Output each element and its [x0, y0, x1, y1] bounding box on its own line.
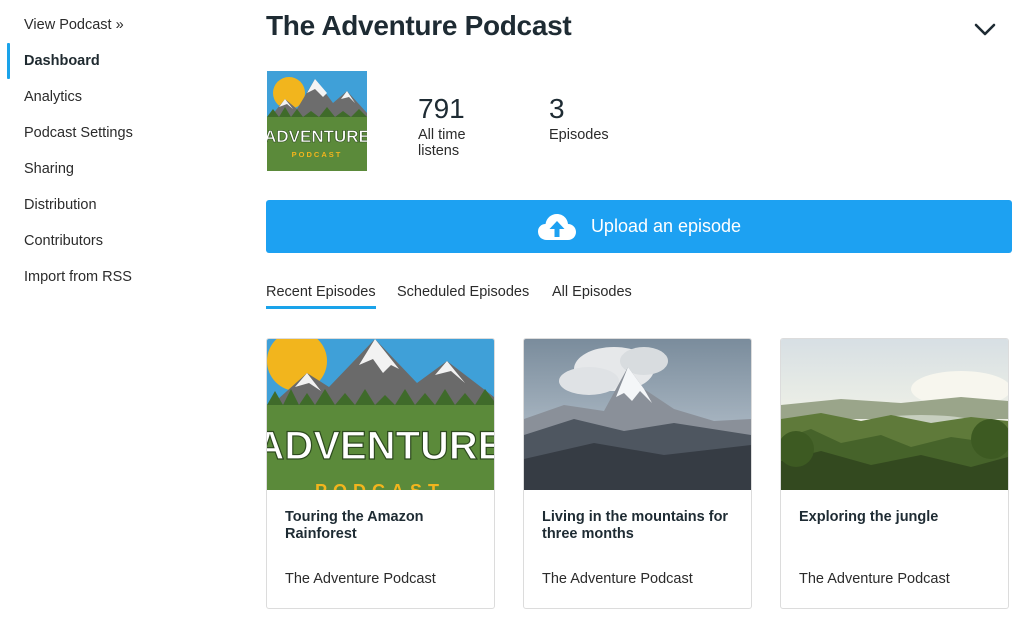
art-word: ADVENTURE [267, 127, 367, 146]
art-sub: PODCAST [292, 150, 343, 159]
sidebar-item-dashboard[interactable]: Dashboard [24, 53, 100, 69]
episode-title: Living in the mountains for three months [542, 509, 729, 542]
episode-image-jungle [781, 339, 1008, 490]
sidebar-item-podcast-settings[interactable]: Podcast Settings [24, 125, 133, 141]
tab-scheduled-episodes[interactable]: Scheduled Episodes [397, 284, 529, 300]
chevron-down-icon[interactable] [972, 18, 998, 40]
episode-card[interactable]: Living in the mountains for three months… [523, 338, 752, 609]
episode-podcast-name: The Adventure Podcast [799, 571, 950, 587]
episode-image-mountain [524, 339, 751, 490]
listens-label-line2: listens [418, 143, 460, 159]
stat-episodes: 3 Episodes [549, 93, 609, 143]
sidebar-item-sharing[interactable]: Sharing [24, 161, 74, 177]
episode-podcast-name: The Adventure Podcast [285, 571, 436, 587]
page-title: The Adventure Podcast [266, 10, 572, 41]
tab-recent-episodes[interactable]: Recent Episodes [266, 284, 376, 300]
listens-count: 791 [418, 93, 465, 124]
episodes-label: Episodes [549, 127, 609, 143]
episode-card[interactable]: ADVENTURE PODCAST Touring the Amazon Rai… [266, 338, 495, 609]
upload-label: Upload an episode [590, 216, 742, 236]
sidebar-item-distribution[interactable]: Distribution [24, 197, 97, 213]
art-word-large: ADVENTURE [267, 424, 494, 468]
art-sub-large: PODCAST [315, 481, 445, 490]
upload-episode-button[interactable]: Upload an episode [266, 200, 1012, 253]
view-podcast-link[interactable]: View Podcast » [24, 17, 124, 33]
episode-title: Touring the Amazon Rainforest [285, 509, 424, 542]
active-indicator [7, 43, 10, 79]
sidebar: View Podcast » Dashboard Analytics Podca… [0, 0, 230, 633]
sidebar-item-analytics[interactable]: Analytics [24, 89, 82, 105]
tab-all-episodes[interactable]: All Episodes [552, 284, 632, 300]
episode-image-adventure-art: ADVENTURE PODCAST [267, 339, 494, 490]
episodes-count: 3 [549, 93, 565, 124]
listens-label-line1: All time [418, 127, 466, 143]
podcast-artwork: ADVENTURE PODCAST [267, 71, 367, 171]
stat-listens: 791 All time listens [418, 93, 466, 159]
episode-card[interactable]: Exploring the jungle The Adventure Podca… [780, 338, 1009, 609]
episode-podcast-name: The Adventure Podcast [542, 571, 693, 587]
active-tab-underline [266, 306, 376, 309]
cloud-upload-icon [537, 213, 576, 240]
sidebar-item-contributors[interactable]: Contributors [24, 233, 103, 249]
sidebar-item-import-rss[interactable]: Import from RSS [24, 269, 132, 285]
episode-title: Exploring the jungle [799, 509, 939, 525]
